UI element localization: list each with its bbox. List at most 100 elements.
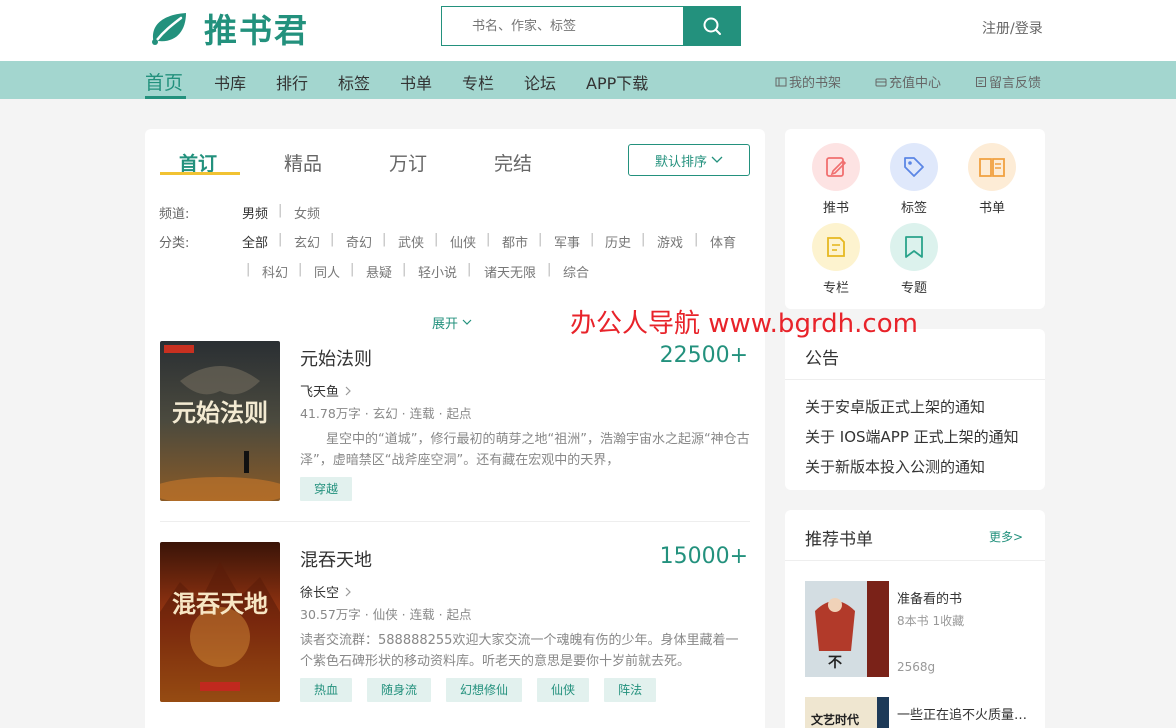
- nav-home[interactable]: 首页: [145, 68, 183, 95]
- category-light-novel[interactable]: 轻小说: [418, 262, 457, 281]
- top-header: 推书君 注册/登录: [0, 0, 1176, 61]
- nav-booklists[interactable]: 书单: [400, 70, 432, 94]
- category-comprehensive[interactable]: 综合: [563, 262, 589, 281]
- separator: |: [434, 232, 439, 247]
- tab-premium[interactable]: 精品: [284, 149, 322, 176]
- book-title[interactable]: 混吞天地: [300, 546, 372, 572]
- site-logo[interactable]: 推书君: [148, 8, 309, 50]
- column-icon: [812, 223, 860, 271]
- booklist-cover[interactable]: 文艺时代: [805, 697, 889, 728]
- book-author[interactable]: 徐长空: [300, 582, 352, 601]
- more-link[interactable]: 更多>: [989, 528, 1023, 545]
- svg-text:不: 不: [828, 655, 842, 671]
- quick-link-topics[interactable]: 专题: [884, 223, 944, 296]
- separator: |: [486, 232, 491, 247]
- tab-active-indicator: [160, 172, 240, 175]
- category-label: 分类:: [159, 236, 190, 251]
- bookmark-icon: [890, 223, 938, 271]
- nav-recharge[interactable]: 充值中心: [875, 72, 941, 91]
- separator: |: [278, 232, 283, 247]
- category-sports[interactable]: 体育: [710, 232, 736, 251]
- booklist-title[interactable]: 准备看的书: [897, 588, 1037, 607]
- tag-icon: [890, 143, 938, 191]
- chevron-down-icon: [711, 156, 723, 163]
- book-subscribe-count: 15000+: [659, 544, 748, 569]
- channel-female[interactable]: 女频: [294, 203, 320, 222]
- book-cover[interactable]: 元始法则: [160, 341, 280, 501]
- book-subscribe-count: 22500+: [659, 343, 748, 368]
- quick-link-recommend[interactable]: 推书: [806, 143, 866, 216]
- nav-feedback[interactable]: 留言反馈: [975, 72, 1041, 91]
- quick-link-label: 专题: [900, 281, 927, 296]
- book-tag[interactable]: 热血: [300, 678, 353, 702]
- separator: |: [467, 262, 472, 277]
- category-xuanhuan[interactable]: 玄幻: [294, 232, 320, 251]
- book-author[interactable]: 飞天鱼: [300, 381, 352, 400]
- divider: [160, 521, 750, 522]
- nav-library[interactable]: 书库: [214, 70, 246, 94]
- nav-columns[interactable]: 专栏: [462, 70, 494, 94]
- book-meta: 30.57万字 · 仙侠 · 连载 · 起点: [300, 607, 472, 622]
- search-bar: [441, 6, 741, 46]
- search-input[interactable]: [442, 7, 684, 45]
- quick-link-label: 专栏: [822, 281, 849, 296]
- recommended-booklists-panel: 推荐书单 更多> 不 准备看的书 8本书 1收藏 2568g 文艺时代 一些正在…: [785, 510, 1045, 728]
- tab-completed[interactable]: 完结: [494, 149, 532, 176]
- category-urban[interactable]: 都市: [502, 232, 528, 251]
- expand-filters-button[interactable]: 展开: [432, 313, 472, 332]
- book-description: 星空中的“道城”，修行最初的萌芽之地“祖洲”，浩瀚宇宙水之起源“神仓古泽”，虚暗…: [300, 432, 750, 468]
- cover-title: 元始法则: [172, 398, 268, 427]
- category-xianxia[interactable]: 仙侠: [450, 232, 476, 251]
- notice-item[interactable]: 关于新版本投入公测的通知: [805, 456, 1030, 477]
- booklist-title[interactable]: 一些正在追不火质量好的书: [897, 704, 1037, 723]
- category-suspense[interactable]: 悬疑: [366, 262, 392, 281]
- booklist-cover[interactable]: 不: [805, 581, 889, 677]
- chevron-down-icon: [462, 319, 472, 325]
- book-tags: 穿越: [300, 477, 353, 501]
- book-tag[interactable]: 仙侠: [537, 678, 590, 702]
- book-meta: 41.78万字 · 玄幻 · 连载 · 起点: [300, 406, 472, 421]
- category-wuxia[interactable]: 武侠: [398, 232, 424, 251]
- sort-dropdown[interactable]: 默认排序: [628, 144, 750, 176]
- separator: |: [246, 262, 251, 277]
- notice-item[interactable]: 关于安卓版正式上架的通知: [805, 396, 1030, 417]
- nav-my-shelf[interactable]: 我的书架: [775, 72, 841, 91]
- nav-tags[interactable]: 标签: [338, 70, 370, 94]
- book-icon: [968, 143, 1016, 191]
- quick-link-label: 推书: [822, 201, 849, 216]
- category-history[interactable]: 历史: [605, 232, 631, 251]
- category-all[interactable]: 全部: [242, 232, 268, 251]
- book-cover[interactable]: 混吞天地: [160, 542, 280, 702]
- book-tag[interactable]: 幻想修仙: [446, 678, 523, 702]
- category-qihuan[interactable]: 奇幻: [346, 232, 372, 251]
- book-author-name: 飞天鱼: [300, 385, 340, 400]
- booklists-title: 推荐书单: [805, 530, 873, 550]
- notice-item[interactable]: 关于 IOS端APP 正式上架的通知: [805, 426, 1030, 447]
- category-game[interactable]: 游戏: [657, 232, 683, 251]
- quick-link-tags[interactable]: 标签: [884, 143, 944, 216]
- svg-text:文艺时代: 文艺时代: [811, 712, 859, 727]
- book-tag[interactable]: 随身流: [367, 678, 432, 702]
- channel-male[interactable]: 男频: [242, 203, 268, 222]
- booklist-stats: 8本书 1收藏: [897, 614, 965, 628]
- category-scifi[interactable]: 科幻: [262, 262, 288, 281]
- book-title[interactable]: 元始法则: [300, 345, 372, 371]
- nav-forum[interactable]: 论坛: [524, 70, 556, 94]
- category-military[interactable]: 军事: [554, 232, 580, 251]
- notice-panel: 公告 关于安卓版正式上架的通知 关于 IOS端APP 正式上架的通知 关于新版本…: [785, 329, 1045, 490]
- nav-ranking[interactable]: 排行: [276, 70, 308, 94]
- nav-app-download[interactable]: APP下载: [586, 70, 648, 94]
- book-tag[interactable]: 阵法: [604, 678, 657, 702]
- book-tag[interactable]: 穿越: [300, 477, 353, 501]
- quick-link-columns[interactable]: 专栏: [806, 223, 866, 296]
- book-author-name: 徐长空: [300, 586, 340, 601]
- category-infinite[interactable]: 诸天无限: [484, 262, 536, 281]
- category-fanfic[interactable]: 同人: [314, 262, 340, 281]
- book-list-panel: 首订 精品 万订 完结 默认排序 频道: 男频 | 女频 分类: 全部 | 玄幻…: [145, 129, 765, 728]
- search-button[interactable]: [683, 7, 740, 45]
- tab-10k-subscribe[interactable]: 万订: [389, 149, 427, 176]
- leaf-logo-icon: [148, 9, 190, 47]
- login-link[interactable]: 注册/登录: [982, 18, 1043, 38]
- main-nav: 首页 书库 排行 标签 书单 专栏 论坛 APP下载 我的书架 充值中心 留言反…: [0, 61, 1176, 99]
- quick-link-booklists[interactable]: 书单: [962, 143, 1022, 216]
